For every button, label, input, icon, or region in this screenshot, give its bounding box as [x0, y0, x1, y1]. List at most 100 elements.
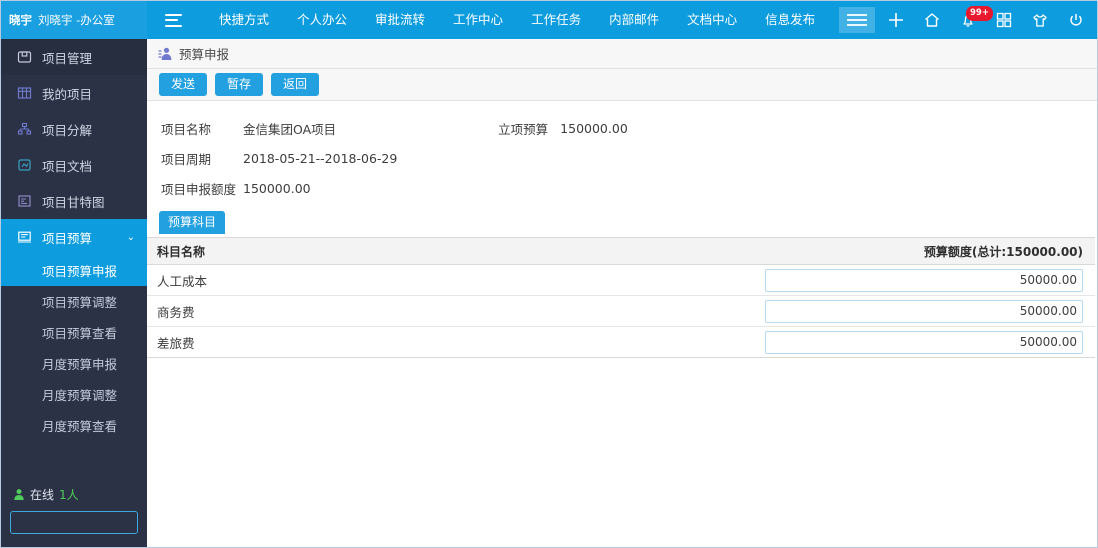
bell-icon[interactable]: 99+: [957, 6, 993, 31]
gantt-icon: [15, 193, 33, 209]
sidebar-subitem-label: 项目预算调整: [42, 295, 118, 310]
user-name-label: 刘晓宇 -办公室: [38, 13, 115, 27]
sidebar: 项目管理 我的项目 项目分解 项目文档 项目甘特图 项目预算 ⌄ 项目预算申报 …: [1, 39, 147, 547]
budget-table: 科目名称 预算额度(总计:150000.00) 人工成本 商务费 差旅费: [147, 237, 1095, 508]
sidebar-subitem-label: 月度预算申报: [42, 357, 118, 372]
sidebar-subitem-label: 月度预算调整: [42, 388, 118, 403]
save-draft-button[interactable]: 暂存: [215, 73, 264, 96]
row-amount-cell: [765, 299, 1095, 323]
sidebar-subitem-monthly-view[interactable]: 月度预算查看: [1, 410, 147, 441]
power-icon[interactable]: [1065, 9, 1087, 31]
sidebar-subitem-budget-declaration[interactable]: 项目预算申报: [1, 255, 147, 286]
table-row: 商务费: [147, 296, 1095, 327]
sidebar-subitem-label: 月度预算查看: [42, 419, 118, 434]
approved-budget-value: 150000.00: [560, 120, 628, 136]
plus-icon[interactable]: [885, 9, 907, 31]
budget-icon: [15, 229, 33, 245]
sidebar-subitem-monthly-adjustment[interactable]: 月度预算调整: [1, 379, 147, 410]
chevron-down-icon: ⌄: [126, 231, 135, 243]
action-button-bar: 发送 暂存 返回: [147, 69, 1097, 101]
declared-amount-label: 项目申报额度: [161, 181, 237, 197]
apps-grid-icon[interactable]: [993, 9, 1015, 31]
project-name-label: 项目名称: [161, 121, 212, 137]
page-title-bar: 预算申报: [147, 39, 1097, 69]
return-button[interactable]: 返回: [271, 73, 320, 96]
table-empty-area: [147, 358, 1095, 508]
project-name-value: 金信集团OA项目: [243, 121, 337, 137]
project-period-label: 项目周期: [161, 151, 212, 167]
table-row: 人工成本: [147, 265, 1095, 296]
sidebar-item-project-gantt[interactable]: 项目甘特图: [1, 183, 147, 219]
sidebar-item-project-documents[interactable]: 项目文档: [1, 147, 147, 183]
sidebar-subitem-budget-adjustment[interactable]: 项目预算调整: [1, 286, 147, 317]
table-header-row: 科目名称 预算额度(总计:150000.00): [147, 238, 1095, 265]
project-info-form: 项目名称 金信集团OA项目 立项预算 150000.00 项目周期 2018-0…: [147, 101, 1097, 207]
sidebar-item-project-budget[interactable]: 项目预算 ⌄: [1, 219, 147, 255]
nav-item-shortcuts[interactable]: 快捷方式: [205, 1, 283, 39]
sidebar-subitem-budget-view[interactable]: 项目预算查看: [1, 317, 147, 348]
sidebar-item-project-breakdown[interactable]: 项目分解: [1, 111, 147, 147]
more-menu-button[interactable]: [839, 7, 876, 33]
search-input[interactable]: [11, 516, 147, 529]
sidebar-item-label: 项目甘特图: [42, 194, 105, 210]
folder-icon: [15, 49, 33, 65]
row-subject-name: 商务费: [157, 304, 195, 320]
main-content: 预算申报 发送 暂存 返回 项目名称 金信集团OA项目 立项预算 150000.…: [147, 39, 1097, 547]
row-amount-cell: [765, 330, 1095, 354]
document-icon: [15, 157, 33, 173]
user-badge: 晓宇: [9, 13, 32, 27]
tab-budget-subjects[interactable]: 预算科目: [159, 211, 226, 234]
sidebar-item-label: 项目预算: [42, 230, 93, 246]
row-amount-cell: [765, 268, 1095, 292]
nav-item-work-tasks[interactable]: 工作任务: [517, 1, 595, 39]
table-icon: [15, 85, 33, 101]
top-bar: 晓宇 刘晓宇 -办公室 快捷方式 个人办公 审批流转 工作中心 工作任务 内部邮…: [1, 1, 1097, 39]
online-count: 1人: [59, 488, 79, 502]
online-label: 在线: [30, 488, 55, 502]
nav-item-internal-mail[interactable]: 内部邮件: [595, 1, 673, 39]
sidebar-item-label: 项目文档: [42, 158, 93, 174]
sidebar-subitem-monthly-declaration[interactable]: 月度预算申报: [1, 348, 147, 379]
budget-amount-input[interactable]: [765, 268, 1083, 292]
sidebar-subitem-label: 项目预算查看: [42, 326, 118, 341]
form-row-project-period: 项目周期 2018-05-21--2018-06-29: [147, 143, 1097, 173]
home-icon[interactable]: [921, 9, 943, 31]
menu-lines-icon: [164, 13, 182, 27]
person-icon: [13, 488, 25, 501]
form-row-declared-amount: 项目申报额度 150000.00: [147, 173, 1097, 203]
online-status: 在线 1人: [1, 486, 147, 503]
sitemap-icon: [15, 121, 33, 137]
row-subject-name: 差旅费: [157, 335, 195, 351]
sidebar-item-label: 我的项目: [42, 86, 93, 102]
nav-item-approval-flow[interactable]: 审批流转: [361, 1, 439, 39]
tab-bar: 预算科目: [147, 211, 1097, 237]
sidebar-item-label: 项目分解: [42, 122, 93, 138]
user-info-chip[interactable]: 晓宇 刘晓宇 -办公室: [1, 1, 147, 39]
form-row-project-name: 项目名称 金信集团OA项目 立项预算 150000.00: [147, 113, 1097, 143]
application-window: 晓宇 刘晓宇 -办公室 快捷方式 个人办公 审批流转 工作中心 工作任务 内部邮…: [0, 0, 1098, 548]
nav-item-information-release[interactable]: 信息发布: [751, 1, 829, 39]
budget-amount-input[interactable]: [765, 330, 1083, 354]
budget-amount-input[interactable]: [765, 299, 1083, 323]
nav-item-document-center[interactable]: 文档中心: [673, 1, 751, 39]
theme-shirt-icon[interactable]: [1029, 9, 1051, 31]
sidebar-item-my-projects[interactable]: 我的项目: [1, 75, 147, 111]
approved-budget-label: 立项预算: [498, 121, 549, 137]
sidebar-subitem-label: 项目预算申报: [42, 264, 118, 279]
sidebar-search-box[interactable]: [10, 511, 147, 534]
notification-badge: 99+: [966, 6, 993, 21]
nav-item-personal-office[interactable]: 个人办公: [283, 1, 361, 39]
sidebar-toggle-icon[interactable]: [153, 13, 193, 27]
user-form-icon: [157, 46, 173, 62]
sidebar-header-project-management[interactable]: 项目管理: [1, 39, 147, 75]
column-header-subject-name: 科目名称: [157, 244, 206, 259]
page-title: 预算申报: [179, 47, 230, 62]
column-header-budget-amount: 预算额度(总计:150000.00): [923, 244, 1083, 259]
top-navigation: 快捷方式 个人办公 审批流转 工作中心 工作任务 内部邮件 文档中心 信息发布: [147, 1, 1097, 39]
send-button[interactable]: 发送: [159, 73, 208, 96]
nav-item-work-center[interactable]: 工作中心: [439, 1, 517, 39]
row-subject-name: 人工成本: [157, 273, 208, 289]
top-icon-group: 99+: [885, 1, 1087, 39]
declared-amount-value: 150000.00: [243, 180, 311, 196]
nav-item-list: 快捷方式 个人办公 审批流转 工作中心 工作任务 内部邮件 文档中心 信息发布: [205, 1, 876, 39]
